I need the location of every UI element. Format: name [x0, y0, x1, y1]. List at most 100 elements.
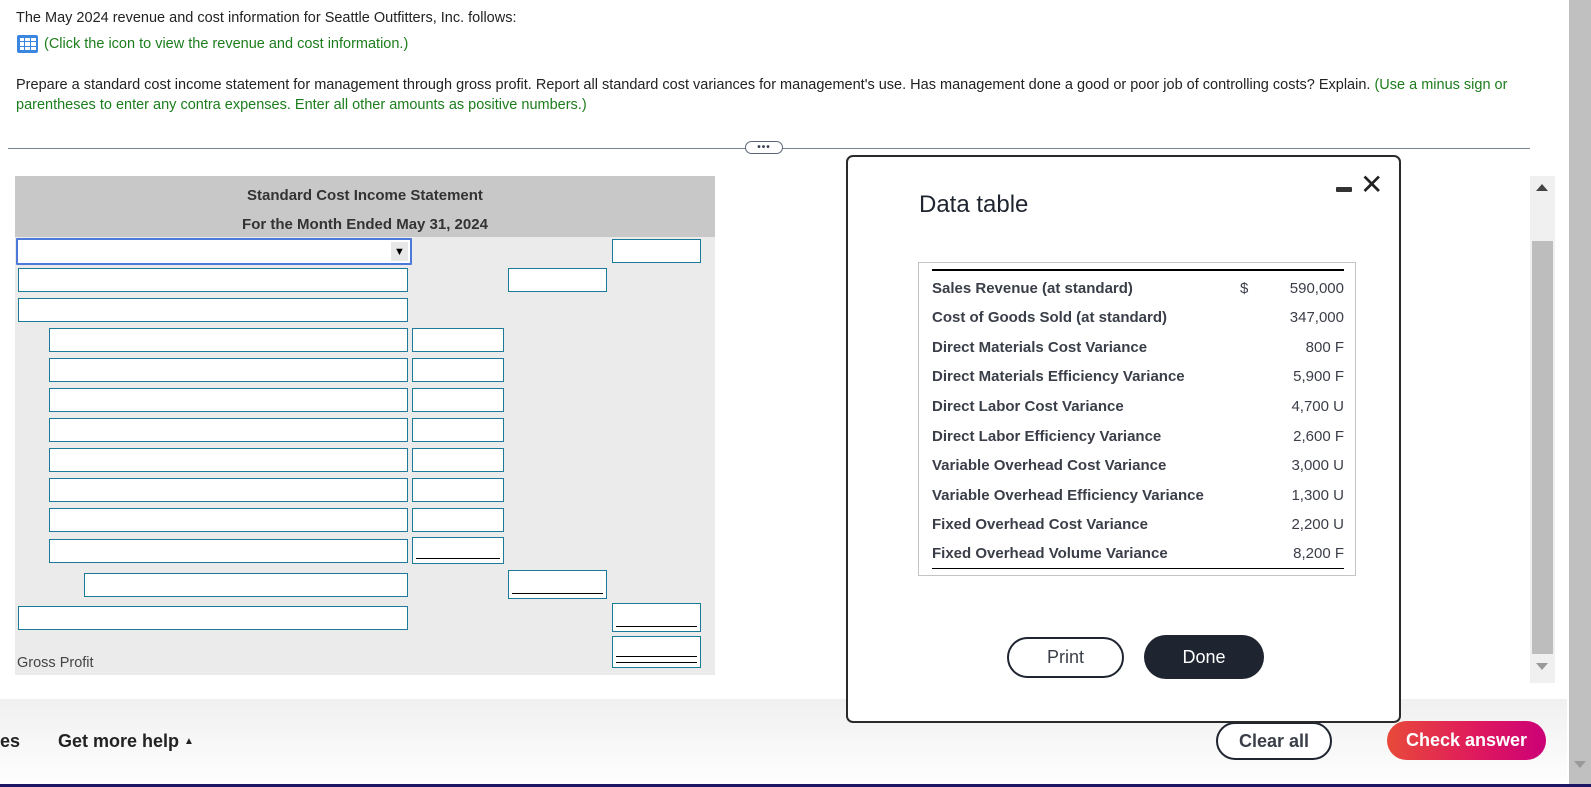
view-data-link-text[interactable]: (Click the icon to view the revenue and …: [44, 36, 408, 52]
variance-field-row-6[interactable]: [49, 388, 408, 412]
row-label: Direct Materials Cost Variance: [932, 338, 1148, 356]
page-scrollbar[interactable]: [1569, 0, 1591, 784]
amount-field-row-1-col-3[interactable]: [612, 239, 701, 263]
data-table-row: Fixed Overhead Cost Variance 2,200 U: [932, 510, 1344, 540]
expand-toggle-button[interactable]: •••: [745, 141, 783, 154]
row-label: Fixed Overhead Volume Variance: [932, 545, 1168, 563]
variance-amount-row-9[interactable]: [412, 478, 504, 502]
account-input[interactable]: [50, 540, 407, 562]
variance-amount-row-10[interactable]: [412, 508, 504, 532]
row-label: Sales Revenue (at standard): [932, 279, 1133, 297]
gross-profit-amount[interactable]: [612, 636, 701, 668]
clear-all-button[interactable]: Clear all: [1216, 722, 1332, 760]
amount-input[interactable]: [413, 479, 503, 501]
dropdown-arrow-icon[interactable]: ▼: [391, 242, 408, 261]
row-value: 4,700 U: [1291, 397, 1344, 415]
account-input[interactable]: [50, 359, 407, 381]
row-label: Direct Labor Cost Variance: [932, 397, 1124, 415]
gross-profit-label: Gross Profit: [17, 655, 94, 671]
amount-input[interactable]: [413, 509, 503, 531]
get-more-help-button[interactable]: Get more help ▲: [58, 731, 194, 752]
variance-amount-row-4[interactable]: [412, 328, 504, 352]
scroll-down-arrow-icon[interactable]: [1536, 663, 1548, 670]
worksheet-scrollbar[interactable]: [1530, 176, 1555, 683]
row-currency: $: [1240, 279, 1249, 297]
data-table-row: Direct Labor Cost Variance 4,700 U: [932, 391, 1344, 421]
row-value: 1,300 U: [1291, 486, 1344, 504]
amount-input[interactable]: [413, 329, 503, 351]
caret-up-icon: ▲: [184, 736, 194, 747]
amount-input[interactable]: [413, 419, 503, 441]
row-value: 3,000 U: [1291, 457, 1344, 475]
variance-field-row-7[interactable]: [49, 418, 408, 442]
amount-input[interactable]: [509, 571, 606, 598]
variance-amount-row-5[interactable]: [412, 358, 504, 382]
variance-amount-row-8[interactable]: [412, 448, 504, 472]
row-value: 2,600 F: [1293, 427, 1344, 445]
statement-period: For the Month Ended May 31, 2024: [242, 216, 488, 233]
view-data-link[interactable]: (Click the icon to view the revenue and …: [17, 35, 408, 53]
account-input[interactable]: [50, 389, 407, 411]
amount-input[interactable]: [509, 269, 606, 291]
table-top-rule: [932, 269, 1344, 271]
data-table-row: Fixed Overhead Volume Variance 8,200 F: [932, 539, 1344, 570]
get-more-help-label[interactable]: Get more help: [58, 731, 179, 751]
total-variance-amount[interactable]: [508, 570, 607, 599]
row-value: 347,000: [1289, 309, 1344, 327]
variance-field-row-4[interactable]: [49, 328, 408, 352]
row-label: Direct Materials Efficiency Variance: [932, 368, 1185, 386]
data-table-row: Direct Materials Cost Variance 800 F: [932, 332, 1344, 362]
row-label: Cost of Goods Sold (at standard): [932, 309, 1167, 327]
account-input[interactable]: [50, 509, 407, 531]
amount-input[interactable]: [613, 637, 700, 667]
footer-partial-link[interactable]: es: [0, 731, 20, 752]
account-input[interactable]: [50, 449, 407, 471]
account-select-row-1[interactable]: ▼: [16, 238, 412, 265]
variance-field-row-8[interactable]: [49, 448, 408, 472]
amount-input[interactable]: [413, 449, 503, 471]
account-field-row-3[interactable]: [18, 298, 408, 322]
row-label: Fixed Overhead Cost Variance: [932, 516, 1148, 534]
amount-input[interactable]: [413, 538, 503, 563]
variance-amount-row-6[interactable]: [412, 388, 504, 412]
row-value: 800 F: [1305, 338, 1344, 356]
print-button[interactable]: Print: [1007, 637, 1124, 678]
variance-field-row-9[interactable]: [49, 478, 408, 502]
amount-input[interactable]: [613, 240, 700, 262]
variance-amount-row-7[interactable]: [412, 418, 504, 442]
row-value: 5,900 F: [1293, 368, 1344, 386]
account-input[interactable]: [50, 479, 407, 501]
cogs-actual-amount[interactable]: [612, 603, 701, 632]
total-variance-field[interactable]: [84, 573, 408, 597]
data-table-row: Variable Overhead Cost Variance 3,000 U: [932, 451, 1344, 481]
cogs-actual-field[interactable]: [18, 606, 408, 630]
scrollbar-thumb[interactable]: [1532, 241, 1553, 654]
close-icon[interactable]: ✕: [1360, 171, 1383, 199]
minimize-icon[interactable]: [1336, 187, 1352, 192]
row-value: 8,200 F: [1293, 545, 1344, 563]
amount-input[interactable]: [413, 359, 503, 381]
account-input[interactable]: [50, 329, 407, 351]
variance-field-row-5[interactable]: [49, 358, 408, 382]
variance-field-row-11[interactable]: [49, 539, 408, 563]
data-table: Sales Revenue (at standard) $590,000 Cost …: [918, 262, 1356, 576]
account-input[interactable]: [85, 574, 407, 596]
account-input[interactable]: [19, 607, 407, 629]
amount-input[interactable]: [613, 604, 700, 631]
data-table-row: Variable Overhead Efficiency Variance 1,3…: [932, 480, 1344, 510]
data-table-grid-icon[interactable]: [17, 35, 38, 53]
account-input[interactable]: [19, 269, 407, 291]
variance-field-row-10[interactable]: [49, 508, 408, 532]
account-field-row-2[interactable]: [18, 268, 408, 292]
amount-input[interactable]: [413, 389, 503, 411]
check-answer-button[interactable]: Check answer: [1387, 721, 1546, 760]
question-text: Prepare a standard cost income statement…: [16, 75, 1531, 115]
account-input[interactable]: [50, 419, 407, 441]
amount-field-row-2-col-2[interactable]: [508, 268, 607, 292]
page-scroll-down-arrow-icon[interactable]: [1574, 761, 1586, 768]
account-input[interactable]: [19, 299, 407, 321]
scroll-up-arrow-icon[interactable]: [1536, 184, 1548, 191]
variance-amount-row-11[interactable]: [412, 537, 504, 564]
done-button[interactable]: Done: [1144, 635, 1264, 679]
data-table-row: Sales Revenue (at standard) $590,000: [932, 273, 1344, 303]
